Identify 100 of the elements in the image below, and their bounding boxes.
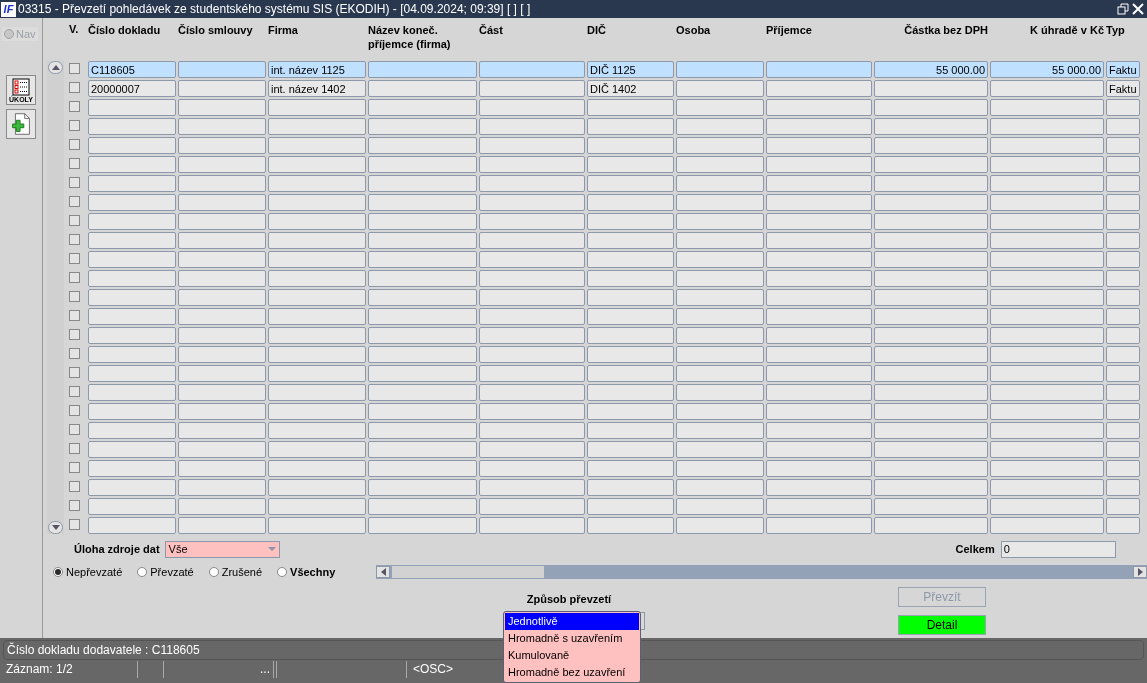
close-icon[interactable] — [1132, 3, 1144, 15]
table-cell: Faktu — [1106, 80, 1140, 97]
column-header: Částka bez DPH — [904, 24, 988, 36]
table-cell — [1106, 156, 1140, 173]
row-checkbox[interactable] — [69, 329, 80, 340]
row-checkbox[interactable] — [69, 367, 80, 378]
table-cell — [1106, 232, 1140, 249]
dropdown-option[interactable]: Kumulovaně — [505, 647, 639, 664]
column-header: Příjemce — [766, 24, 812, 36]
source-dropdown[interactable]: Vše — [164, 540, 280, 558]
table-cell: 55 000.00 — [990, 61, 1104, 78]
table-cell: DIČ 1402 — [587, 80, 674, 97]
status-text: <OSC> — [412, 661, 455, 678]
table-cell — [1106, 365, 1140, 382]
triangle-up-icon — [51, 65, 60, 70]
table-cell — [1106, 308, 1140, 325]
dropdown-option[interactable]: Jednotlivě — [505, 613, 639, 630]
row-checkbox[interactable] — [69, 101, 80, 112]
row-checkbox[interactable] — [69, 272, 80, 283]
row-checkbox[interactable] — [69, 348, 80, 359]
field-label: Celkem — [955, 543, 995, 555]
table-cell: int. název 1125 — [268, 61, 366, 78]
row-checkbox[interactable] — [69, 234, 80, 245]
add-document-icon[interactable] — [6, 109, 36, 139]
record-counter: Záznam: 1/2 — [3, 661, 138, 678]
row-checkbox[interactable] — [69, 386, 80, 397]
row-checkbox[interactable] — [69, 291, 80, 302]
column-header: Číslo smlouvy — [178, 24, 253, 36]
table-cell: Faktu — [1106, 61, 1140, 78]
table-cell — [1106, 213, 1140, 230]
table-cell — [1106, 384, 1140, 401]
scroll-up-button[interactable] — [48, 61, 63, 74]
row-checkbox[interactable] — [69, 424, 80, 435]
scroll-down-button[interactable] — [48, 521, 63, 534]
table-cell — [1106, 403, 1140, 420]
vertical-scrollbar[interactable] — [47, 61, 64, 534]
row-checkbox[interactable] — [69, 443, 80, 454]
table-cell — [1106, 441, 1140, 458]
filter-radio[interactable]: Všechny — [277, 566, 336, 578]
scroll-left-button[interactable] — [376, 566, 390, 578]
checklist-icon — [12, 78, 30, 96]
table-cell — [1106, 289, 1140, 306]
column-header: Číslo dokladu — [88, 24, 161, 36]
row-checkbox[interactable] — [69, 481, 80, 492]
field-label: Způsob převzetí — [526, 593, 612, 605]
table-cell: DIČ 1125 — [587, 61, 674, 78]
table-cell — [1106, 99, 1140, 116]
horizontal-scrollbar[interactable] — [376, 565, 1147, 579]
row-checkbox[interactable] — [69, 196, 80, 207]
action-button[interactable]: Detail — [898, 615, 986, 635]
table-cell — [1106, 118, 1140, 135]
table-cell — [1106, 346, 1140, 363]
table-cell — [1106, 517, 1140, 534]
column-header: K úhradě v Kč — [1030, 24, 1104, 36]
row-checkbox[interactable] — [69, 120, 80, 131]
column-header: Firma — [268, 24, 298, 36]
table-cell: C118605 — [88, 61, 176, 78]
table-cell: int. název 1402 — [268, 80, 366, 97]
table-cell — [1106, 479, 1140, 496]
scroll-right-button[interactable] — [1133, 566, 1147, 578]
column-header: V. — [69, 22, 80, 37]
triangle-left-icon — [380, 568, 386, 576]
table-cell — [1106, 137, 1140, 154]
column-header: Typ — [1106, 24, 1125, 36]
table-cell — [1106, 194, 1140, 211]
row-checkbox[interactable] — [69, 253, 80, 264]
total-field: 0 — [1000, 540, 1116, 558]
row-checkbox[interactable] — [69, 63, 80, 74]
table-cell — [1106, 251, 1140, 268]
row-checkbox[interactable] — [69, 139, 80, 150]
table-cell — [1106, 175, 1140, 192]
filter-radio[interactable]: Převzaté — [137, 566, 194, 578]
row-checkbox[interactable] — [69, 158, 80, 169]
status-text: ... — [164, 661, 274, 678]
filter-radio[interactable]: Nepřevzaté — [53, 566, 123, 578]
dropdown-option[interactable]: Hromadně s uzavřením — [505, 630, 639, 647]
table-cell — [1106, 270, 1140, 287]
row-checkbox[interactable] — [69, 462, 80, 473]
row-checkbox[interactable] — [69, 405, 80, 416]
table-cell: 55 000.00 — [874, 61, 988, 78]
row-checkbox[interactable] — [69, 177, 80, 188]
triangle-right-icon — [1137, 568, 1143, 576]
row-checkbox[interactable] — [69, 519, 80, 530]
field-label: Úloha zdroje dat — [74, 543, 160, 555]
restore-icon[interactable] — [1117, 3, 1129, 15]
row-checkbox[interactable] — [69, 82, 80, 93]
table-cell — [1106, 460, 1140, 477]
table-cell — [1106, 498, 1140, 515]
row-checkbox[interactable] — [69, 500, 80, 511]
table-cell: 20000007 — [88, 80, 176, 97]
dropdown-option[interactable]: Hromadně bez uzavření — [505, 664, 639, 681]
table-cell — [1106, 422, 1140, 439]
column-header: Osoba — [676, 24, 711, 36]
filter-radio[interactable]: Zrušené — [208, 566, 263, 578]
window-title: 03315 - Převzetí pohledávek ze studentského systému SIS (EKODIH) - [04.09.2024; 09:39] [ ] [ ] — [18, 2, 532, 16]
column-header: DIČ — [587, 24, 606, 36]
row-checkbox[interactable] — [69, 215, 80, 226]
row-checkbox[interactable] — [69, 310, 80, 321]
triangle-down-icon — [51, 525, 60, 530]
table-cell — [1106, 327, 1140, 344]
